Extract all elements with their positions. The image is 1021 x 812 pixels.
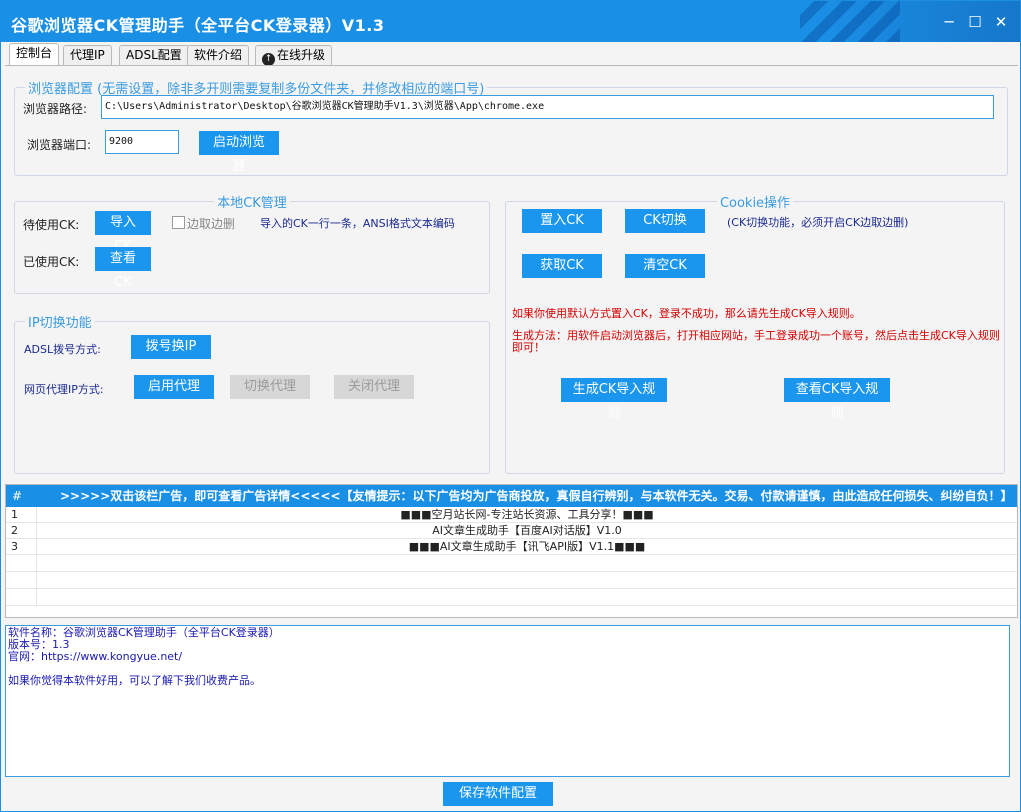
table-row[interactable]: 2 AI文章生成助手【百度AI对话版】V1.0 bbox=[6, 523, 1017, 539]
console-panel: 浏览器配置 (无需设置，除非多开则需要复制多份文件夹，并修改相应的端口号) 浏览… bbox=[5, 65, 1018, 478]
view-ck-button[interactable]: 查看CK bbox=[95, 247, 151, 290]
maximize-icon[interactable]: ☐ bbox=[966, 13, 984, 31]
notice-default-import: 如果你使用默认方式置入CK，登录不成功，那么请先生成CK导入规则。 bbox=[512, 307, 861, 320]
browser-port-input[interactable]: 9200 bbox=[105, 130, 179, 154]
clear-ck-button[interactable]: 清空CK bbox=[625, 254, 705, 278]
tab-console-label: 控制台 bbox=[16, 46, 53, 60]
tab-adsl-config[interactable]: ADSL配置 bbox=[119, 45, 189, 65]
close-icon[interactable]: ✕ bbox=[992, 13, 1010, 31]
notice-generate-method: 生成方法：用软件启动浏览器后，打开相应网站，手工登录成功一个账号，然后点击生成C… bbox=[512, 329, 1000, 354]
local-ck-group: 本地CK管理 bbox=[14, 192, 490, 294]
pending-ck-label: 待使用CK: bbox=[23, 218, 80, 232]
minimize-icon[interactable]: ─ bbox=[940, 13, 958, 31]
info-line-name: 软件名称：谷歌浏览器CK管理助手（全平台CK登录器） bbox=[8, 626, 280, 639]
set-ck-button[interactable]: 置入CK bbox=[522, 209, 602, 233]
ad-table-header[interactable]: # >>>>>双击该栏广告，即可查看广告详情<<<<<【友情提示：以下广告均为广… bbox=[6, 485, 1017, 507]
table-row[interactable]: 1 ■■■空月站长网-专注站长资源、工具分享！■■■ bbox=[6, 507, 1017, 523]
browser-config-group: 浏览器配置 (无需设置，除非多开则需要复制多份文件夹，并修改相应的端口号) bbox=[14, 78, 1008, 176]
empty-cell bbox=[36, 572, 1017, 588]
ad-table: # >>>>>双击该栏广告，即可查看广告详情<<<<<【友情提示：以下广告均为广… bbox=[5, 484, 1018, 618]
used-ck-label: 已使用CK: bbox=[23, 255, 80, 269]
ip-switch-legend: IP切换功能 bbox=[28, 316, 92, 331]
empty-cell bbox=[36, 555, 1017, 571]
cookie-ops-legend: Cookie操作 bbox=[719, 196, 791, 211]
browser-port-label: 浏览器端口: bbox=[27, 138, 92, 152]
adsl-label: ADSL拨号方式: bbox=[24, 343, 101, 356]
title-bar[interactable]: 谷歌浏览器CK管理助手（全平台CK登录器）V1.3 ─ ☐ ✕ bbox=[1, 1, 1020, 42]
view-rule-button[interactable]: 查看CK导入规则 bbox=[784, 378, 890, 421]
software-info-textbox[interactable]: 软件名称：谷歌浏览器CK管理助手（全平台CK登录器） 版本号：1.3 官网：ht… bbox=[5, 625, 1010, 777]
empty-cell bbox=[36, 589, 1017, 605]
tab-online-upgrade[interactable]: ↑ 在线升级 bbox=[255, 45, 333, 66]
row-text: ■■■空月站长网-专注站长资源、工具分享！■■■ bbox=[36, 507, 1017, 523]
row-number: 1 bbox=[11, 508, 18, 521]
close-proxy-button[interactable]: 关闭代理 bbox=[334, 375, 414, 399]
launch-browser-button[interactable]: 启动浏览器 bbox=[199, 131, 279, 174]
local-ck-legend: 本地CK管理 bbox=[217, 196, 287, 211]
ad-header-text: >>>>>双击该栏广告，即可查看广告详情<<<<<【友情提示：以下广告均为广告商… bbox=[60, 489, 1013, 503]
dial-change-ip-button[interactable]: 拨号换IP bbox=[131, 335, 211, 359]
import-ck-button[interactable]: 导入CK bbox=[95, 211, 151, 254]
title-decoration bbox=[800, 1, 900, 42]
window-title: 谷歌浏览器CK管理助手（全平台CK登录器）V1.3 bbox=[11, 16, 385, 35]
tab-proxy-ip-label: 代理IP bbox=[70, 48, 105, 62]
tab-bar: 控制台 代理IP ADSL配置 软件介绍 ↑ 在线升级 bbox=[5, 43, 1020, 66]
enable-proxy-button[interactable]: 启用代理 bbox=[134, 375, 214, 399]
save-config-button[interactable]: 保存软件配置 bbox=[443, 782, 553, 806]
browser-path-label: 浏览器路径: bbox=[23, 102, 88, 116]
row-number: 2 bbox=[11, 524, 18, 537]
tab-online-upgrade-label: 在线升级 bbox=[277, 48, 326, 62]
switch-proxy-button[interactable]: 切换代理 bbox=[230, 375, 310, 399]
fetch-delete-label: 边取边删 bbox=[187, 217, 236, 231]
proxy-method-label: 网页代理IP方式: bbox=[24, 383, 104, 396]
ad-header-hash: # bbox=[12, 489, 23, 503]
tab-adsl-config-label: ADSL配置 bbox=[126, 48, 182, 62]
row-number: 3 bbox=[11, 540, 18, 553]
ck-switch-button[interactable]: CK切换 bbox=[625, 209, 705, 233]
fetch-delete-checkbox[interactable] bbox=[172, 216, 185, 229]
tab-console[interactable]: 控制台 bbox=[9, 43, 60, 65]
ck-switch-hint: (CK切换功能，必须开启CK边取边删) bbox=[727, 216, 909, 229]
get-ck-button[interactable]: 获取CK bbox=[522, 254, 602, 278]
app-window: 谷歌浏览器CK管理助手（全平台CK登录器）V1.3 ─ ☐ ✕ 控制台 代理IP… bbox=[0, 0, 1021, 812]
generate-rule-button[interactable]: 生成CK导入规则 bbox=[561, 378, 667, 421]
table-row-empty bbox=[6, 555, 1017, 572]
info-line-promo: 如果你觉得本软件好用，可以了解下我们收费产品。 bbox=[8, 674, 261, 687]
table-row-empty bbox=[6, 589, 1017, 606]
row-text: AI文章生成助手【百度AI对话版】V1.0 bbox=[36, 523, 1017, 539]
table-row[interactable]: 3 ■■■AI文章生成助手【讯飞API版】V1.1■■■ bbox=[6, 539, 1017, 555]
tab-proxy-ip[interactable]: 代理IP bbox=[63, 45, 112, 65]
tab-software-intro[interactable]: 软件介绍 bbox=[187, 45, 250, 65]
table-row-empty bbox=[6, 572, 1017, 589]
row-text: ■■■AI文章生成助手【讯飞API版】V1.1■■■ bbox=[36, 539, 1017, 555]
tab-software-intro-label: 软件介绍 bbox=[194, 48, 243, 62]
browser-path-input[interactable]: C:\Users\Administrator\Desktop\谷歌浏览器CK管理… bbox=[101, 95, 994, 119]
import-hint: 导入的CK一行一条，ANSI格式文本编码 bbox=[260, 217, 455, 230]
info-line-website: 官网：https://www.kongyue.net/ bbox=[8, 650, 183, 663]
